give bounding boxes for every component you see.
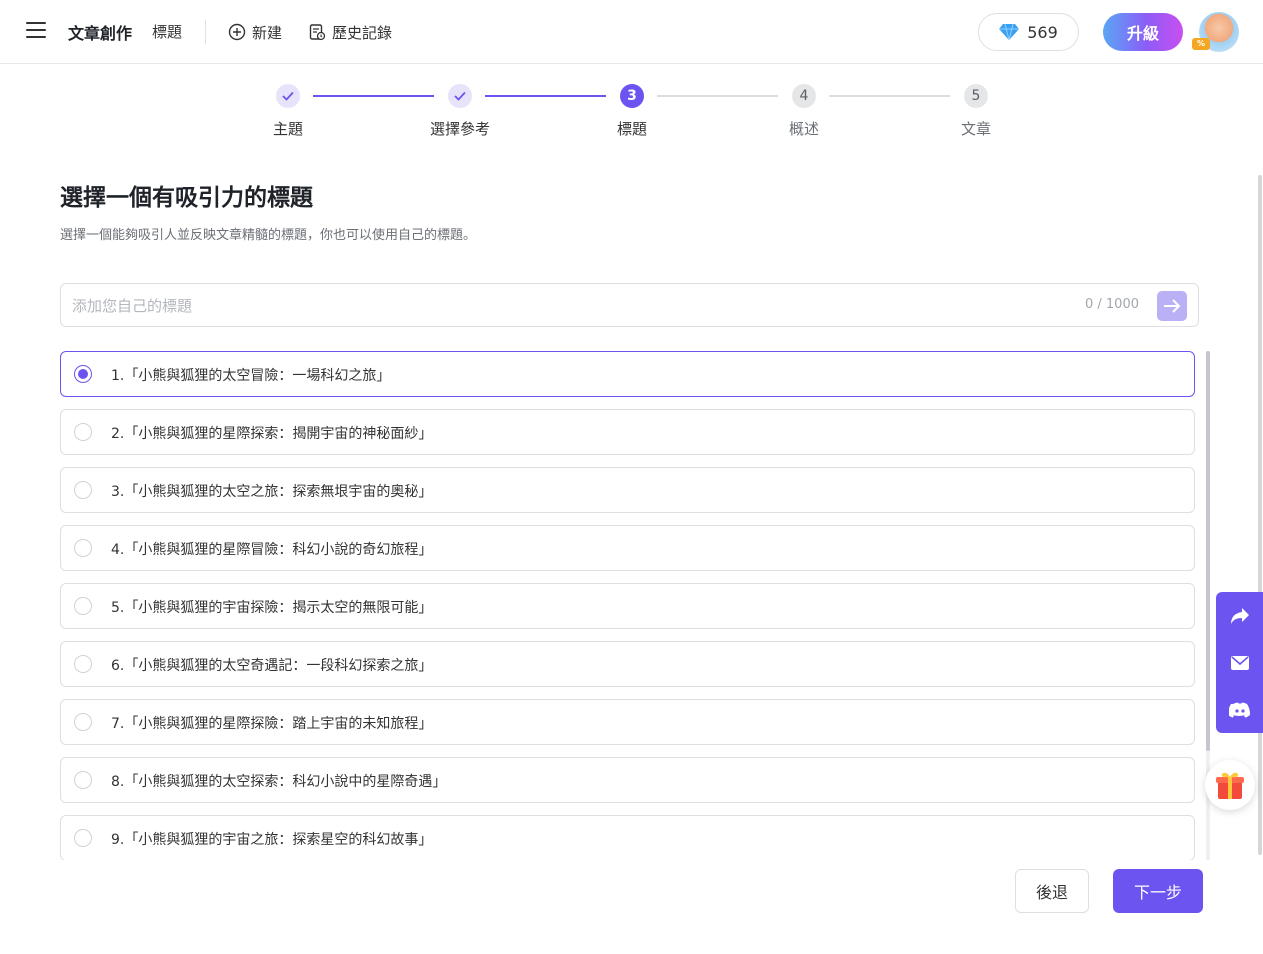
gift-icon	[1216, 772, 1244, 799]
hamburger-menu-icon[interactable]	[26, 22, 46, 42]
char-counter: 0 / 1000	[1085, 297, 1139, 312]
gems-balance[interactable]: 569	[978, 13, 1079, 51]
radio-button[interactable]	[74, 829, 92, 847]
gems-count: 569	[1027, 22, 1058, 42]
top-bar: 文章創作 標題 新建 歷史記錄 569 升級 %	[0, 0, 1263, 64]
radio-button[interactable]	[74, 655, 92, 673]
mail-icon	[1230, 655, 1249, 670]
upgrade-button[interactable]: 升級	[1103, 13, 1183, 51]
submit-title-button[interactable]	[1157, 291, 1187, 321]
step-2-label: 選擇參考	[429, 120, 490, 138]
option-text: 9.「小熊與狐狸的宇宙之旅：探索星空的科幻故事」	[111, 832, 433, 848]
next-button[interactable]: 下一步	[1113, 869, 1203, 913]
title-option[interactable]: 8.「小熊與狐狸的太空探索：科幻小說中的星際奇遇」	[60, 757, 1195, 803]
title-option[interactable]: 7.「小熊與狐狸的星際探險：踏上宇宙的未知旅程」	[60, 699, 1195, 745]
history-button[interactable]: 歷史記錄	[308, 20, 392, 44]
title-option[interactable]: 4.「小熊與狐狸的星際冒險：科幻小說的奇幻旅程」	[60, 525, 1195, 571]
share-icon	[1230, 607, 1249, 624]
arrow-right-icon	[1164, 299, 1181, 313]
plus-circle-icon	[228, 23, 246, 41]
page-description: 選擇一個能夠吸引人並反映文章精髓的標題，你也可以使用自己的標題。	[60, 228, 477, 243]
step-3-label: 標題	[616, 120, 647, 138]
step-1-label: 主題	[272, 120, 303, 138]
option-text: 4.「小熊與狐狸的星際冒險：科幻小說的奇幻旅程」	[111, 542, 433, 558]
discount-badge: %	[1192, 38, 1210, 50]
step-4-label: 概述	[788, 120, 819, 138]
page-subtitle: 標題	[152, 23, 183, 41]
title-option[interactable]: 6.「小熊與狐狸的太空奇遇記：一段科幻探索之旅」	[60, 641, 1195, 687]
step-2-check-icon[interactable]	[448, 84, 472, 108]
back-button[interactable]: 後退	[1015, 869, 1089, 913]
floating-toolbar	[1216, 592, 1263, 733]
option-text: 3.「小熊與狐狸的太空之旅：探索無垠宇宙的奧秘」	[111, 484, 433, 500]
title-option[interactable]: 1.「小熊與狐狸的太空冒險：一場科幻之旅」	[60, 351, 1195, 397]
option-text: 6.「小熊與狐狸的太空奇遇記：一段科幻探索之旅」	[111, 658, 433, 674]
option-text: 5.「小熊與狐狸的宇宙探險：揭示太空的無限可能」	[111, 600, 433, 616]
step-connector	[657, 95, 778, 97]
step-4-number: 4	[792, 84, 816, 108]
title-option[interactable]: 5.「小熊與狐狸的宇宙探險：揭示太空的無限可能」	[60, 583, 1195, 629]
option-text: 8.「小熊與狐狸的太空探索：科幻小說中的星際奇遇」	[111, 774, 447, 790]
discord-icon	[1228, 702, 1250, 717]
page-title: 選擇一個有吸引力的標題	[60, 185, 313, 211]
radio-button[interactable]	[74, 481, 92, 499]
page-scrollbar[interactable]	[1258, 175, 1262, 855]
option-text: 2.「小熊與狐狸的星際探索：揭開宇宙的神秘面紗」	[111, 426, 433, 442]
radio-button[interactable]	[74, 771, 92, 789]
email-button[interactable]	[1216, 639, 1263, 686]
radio-button[interactable]	[74, 423, 92, 441]
progress-stepper: 主題 選擇參考 3 標題 4 概述 5 文章	[0, 80, 1263, 150]
step-connector	[485, 95, 606, 97]
history-doc-icon	[309, 24, 326, 41]
new-label: 新建	[252, 23, 283, 42]
custom-title-input[interactable]	[72, 294, 1052, 318]
radio-button[interactable]	[74, 713, 92, 731]
step-5-number: 5	[964, 84, 988, 108]
header-divider	[205, 20, 206, 44]
share-button[interactable]	[1216, 592, 1263, 639]
title-option[interactable]: 3.「小熊與狐狸的太空之旅：探索無垠宇宙的奧秘」	[60, 467, 1195, 513]
radio-button[interactable]	[74, 597, 92, 615]
title-options-list: 1.「小熊與狐狸的太空冒險：一場科幻之旅」 2.「小熊與狐狸的星際探索：揭開宇宙…	[60, 351, 1195, 860]
new-button[interactable]: 新建	[228, 20, 282, 44]
title-option[interactable]: 2.「小熊與狐狸的星際探索：揭開宇宙的神秘面紗」	[60, 409, 1195, 455]
custom-title-field: 0 / 1000	[60, 283, 1199, 327]
radio-button[interactable]	[74, 539, 92, 557]
radio-button[interactable]	[74, 365, 92, 383]
gift-button[interactable]	[1205, 760, 1255, 810]
app-title: 文章創作	[68, 24, 133, 43]
step-1-check-icon[interactable]	[276, 84, 300, 108]
step-3-number: 3	[620, 84, 644, 108]
discord-button[interactable]	[1216, 686, 1263, 733]
diamond-icon	[999, 23, 1020, 41]
title-option[interactable]: 9.「小熊與狐狸的宇宙之旅：探索星空的科幻故事」	[60, 815, 1195, 860]
step-connector	[829, 95, 950, 97]
option-text: 1.「小熊與狐狸的太空冒險：一場科幻之旅」	[111, 368, 391, 384]
option-text: 7.「小熊與狐狸的星際探險：踏上宇宙的未知旅程」	[111, 716, 433, 732]
step-connector	[313, 95, 434, 97]
history-label: 歷史記錄	[332, 23, 393, 42]
list-scrollbar-thumb[interactable]	[1206, 351, 1210, 751]
step-5-label: 文章	[960, 120, 991, 138]
